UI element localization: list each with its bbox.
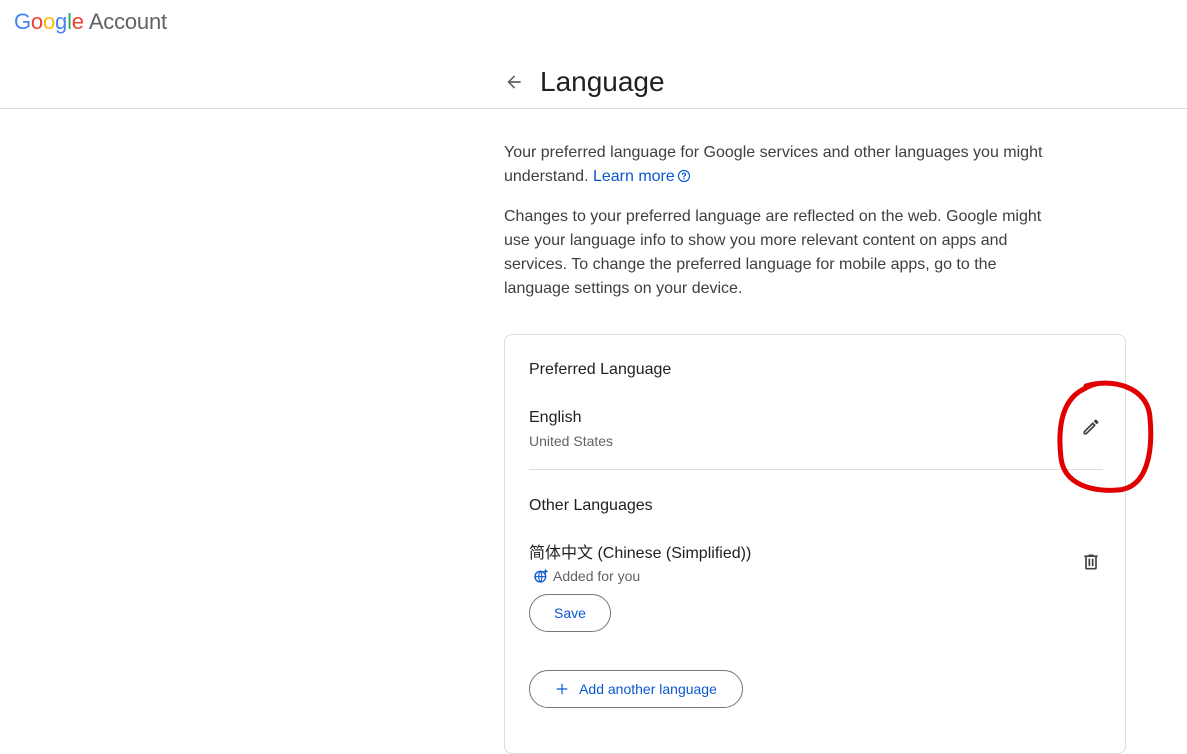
page-header: Language xyxy=(500,62,665,102)
logo-letter-g2: g xyxy=(55,9,68,34)
save-button[interactable]: Save xyxy=(529,594,611,632)
logo-letter-o1: o xyxy=(30,9,43,34)
preferred-language-name: English xyxy=(529,409,582,426)
help-circle-icon xyxy=(677,169,690,183)
intro-text-1: Your preferred language for Google servi… xyxy=(504,144,1043,185)
logo-letter-o2: o xyxy=(42,9,56,34)
add-another-language-label: Add another language xyxy=(579,681,717,697)
pencil-icon xyxy=(1083,419,1099,435)
logo-account-text: Account xyxy=(88,9,167,34)
logo-letter-g: G xyxy=(14,9,31,34)
header-divider xyxy=(0,108,1187,109)
card-divider xyxy=(529,469,1103,470)
other-language-name: 简体中文 (Chinese (Simplified)) xyxy=(529,545,752,562)
intro-section: Your preferred language for Google servi… xyxy=(504,141,1064,301)
intro-paragraph-1: Your preferred language for Google servi… xyxy=(504,141,1064,189)
page-title: Language xyxy=(540,66,665,97)
delete-language-button[interactable] xyxy=(1075,546,1107,578)
preferred-language-title: Preferred Language xyxy=(529,361,672,378)
back-button[interactable] xyxy=(500,68,528,96)
language-card: Preferred Language English United States… xyxy=(504,334,1126,754)
learn-more-link[interactable]: Learn more xyxy=(593,168,691,185)
added-for-you-label: Added for you xyxy=(553,568,641,584)
intro-paragraph-2: Changes to your preferred language are r… xyxy=(504,208,1042,297)
added-for-you-row: Added for you xyxy=(533,567,640,585)
other-languages-title: Other Languages xyxy=(529,497,653,514)
arrow-back-icon xyxy=(507,75,521,89)
language-sparkle-icon xyxy=(534,568,549,583)
google-account-logo[interactable]: Google Account xyxy=(14,9,167,35)
edit-preferred-language-button[interactable] xyxy=(1075,411,1107,443)
add-another-language-button[interactable]: Add another language xyxy=(529,670,743,708)
logo-letter-e: e xyxy=(71,9,84,34)
trash-icon xyxy=(1084,554,1098,570)
learn-more-label: Learn more xyxy=(592,168,675,185)
plus-icon xyxy=(555,682,569,696)
preferred-language-region: United States xyxy=(529,433,614,449)
